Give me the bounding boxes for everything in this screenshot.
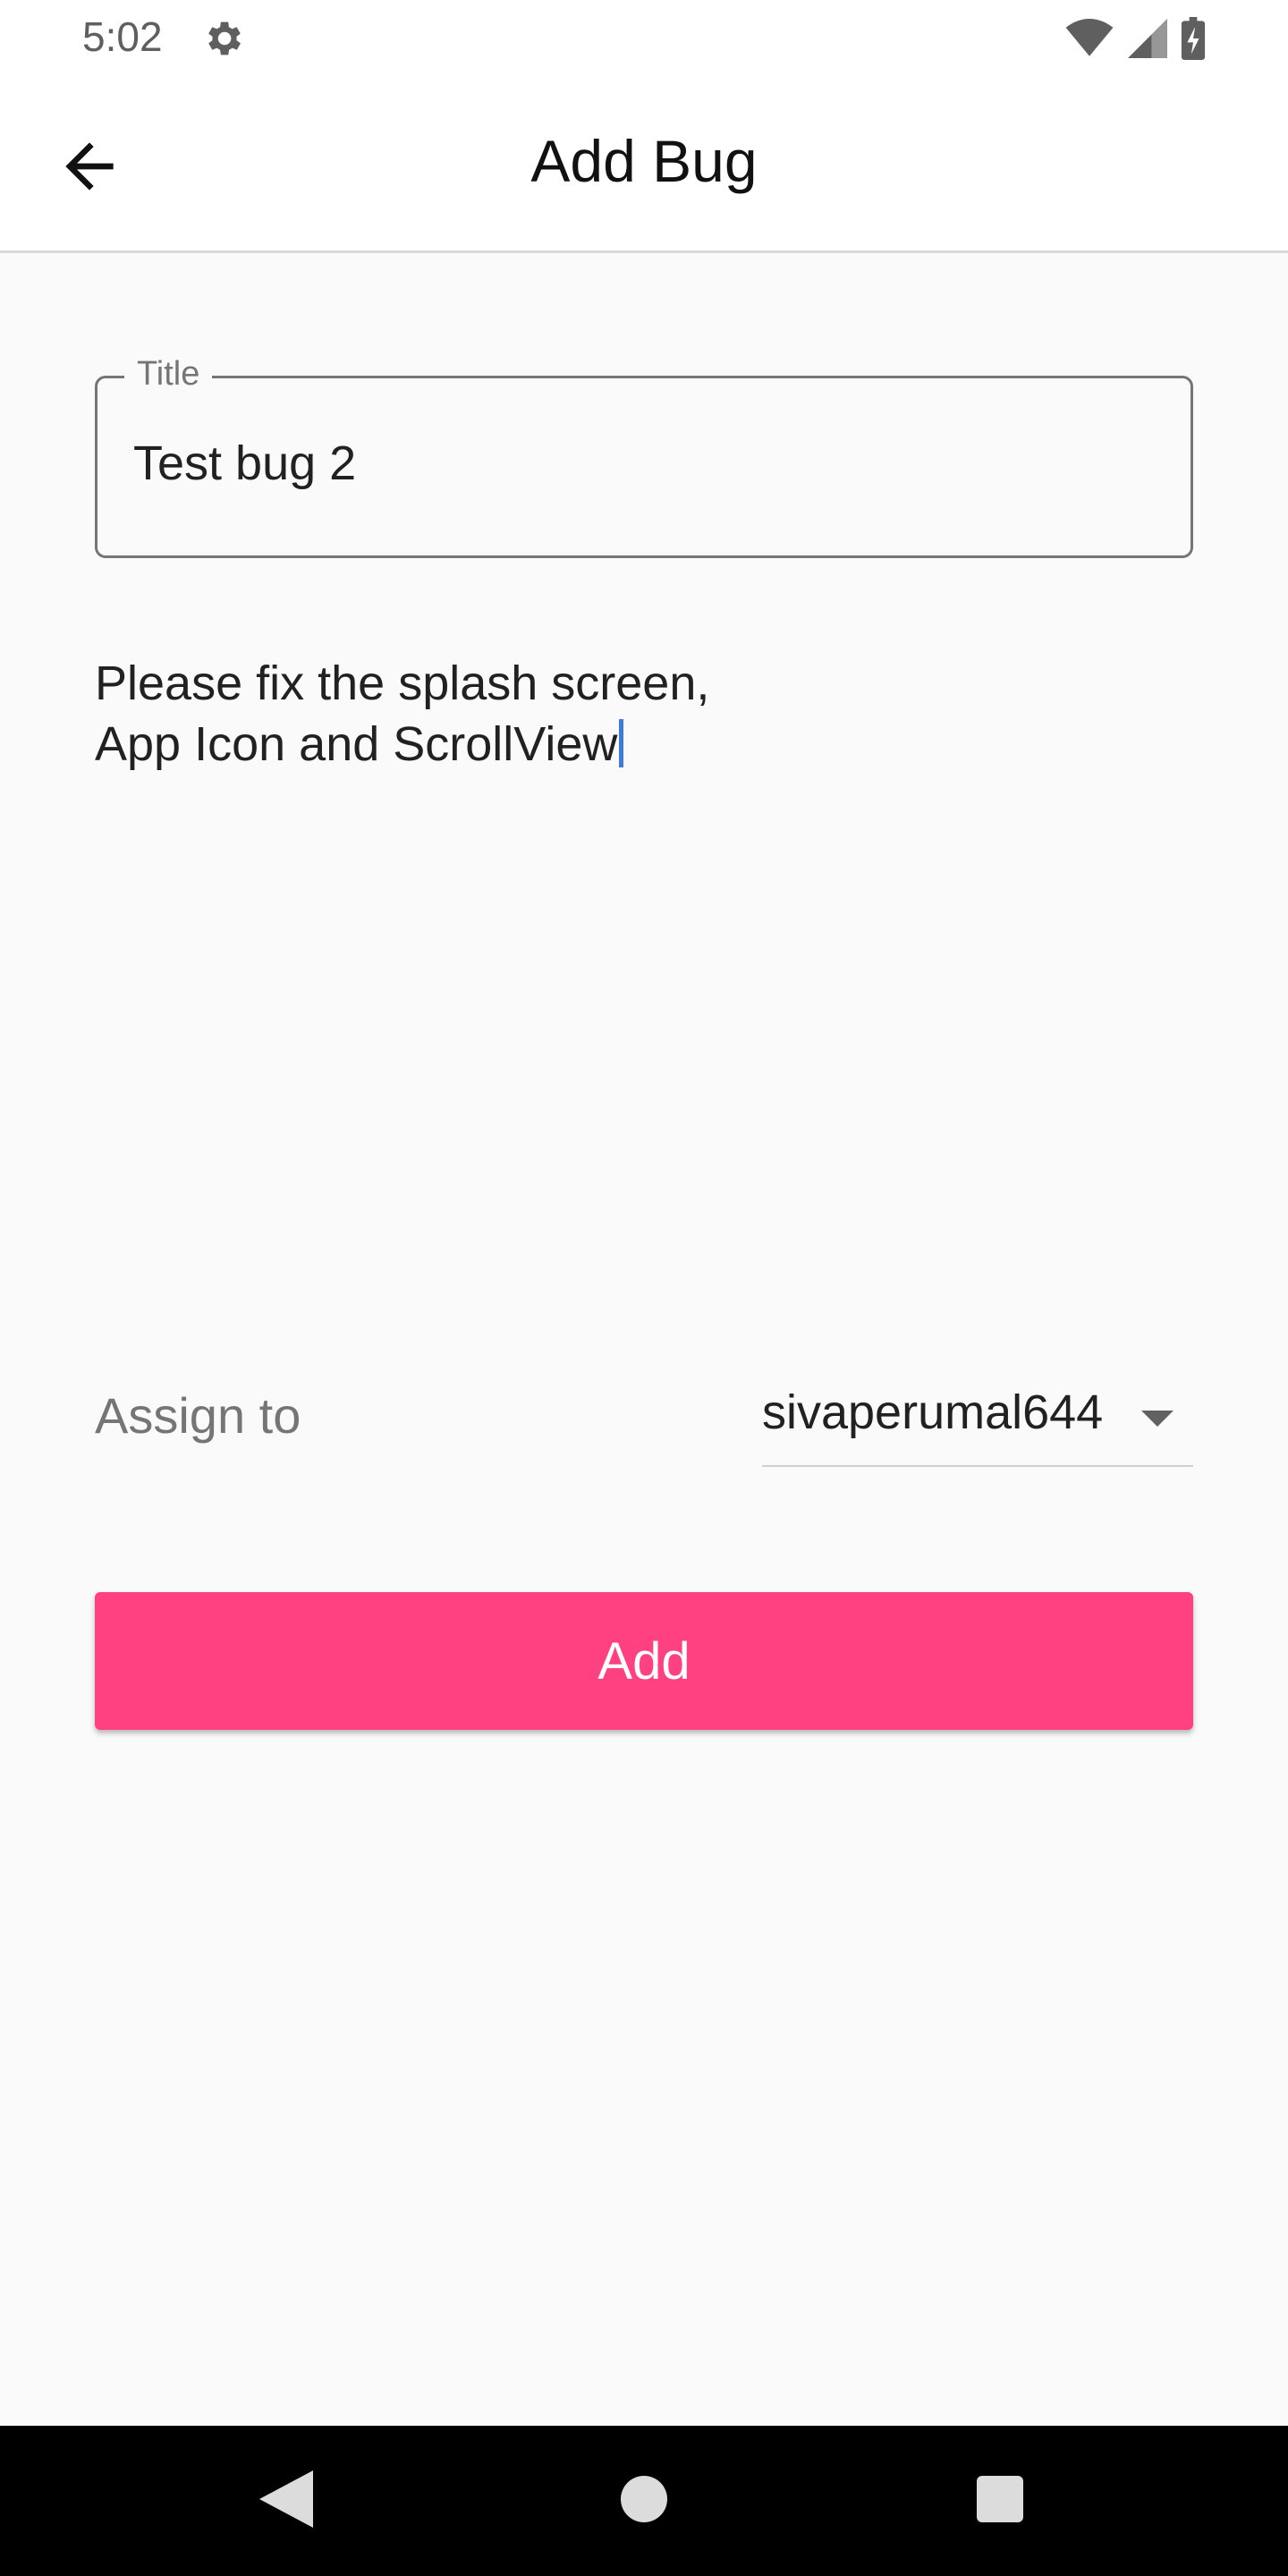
status-time: 5:02 [82,13,163,60]
page-title: Add Bug [530,128,758,194]
back-triangle-icon[interactable] [259,2470,313,2528]
assign-label: Assign to [95,1387,301,1444]
description-input[interactable]: Please fix the splash screen, App Icon a… [95,653,1193,775]
title-label: Title [124,355,213,394]
gear-icon [208,21,241,55]
wifi-icon [1065,19,1114,56]
add-button[interactable]: Add [95,1592,1193,1730]
text-cursor [619,719,624,767]
battery-icon [1181,17,1206,60]
assign-dropdown[interactable]: sivaperumal644 [762,1377,1193,1467]
caret-down-icon [1141,1411,1174,1427]
status-icons [1064,16,1206,61]
recents-square-icon[interactable] [977,2476,1023,2522]
title-value: Test bug 2 [133,436,357,490]
status-bar: 5:02 [0,0,1288,75]
description-line-1: Please fix the splash screen, [95,657,710,710]
home-circle-icon[interactable] [621,2476,667,2522]
title-input[interactable]: Title Test bug 2 [95,355,1193,558]
signal-icon [1128,19,1167,58]
system-nav-bar [0,2426,1288,2576]
assign-selected-value: sivaperumal644 [762,1385,1104,1439]
app-bar: Add Bug [0,75,1288,253]
description-line-2: App Icon and ScrollView [95,717,618,771]
